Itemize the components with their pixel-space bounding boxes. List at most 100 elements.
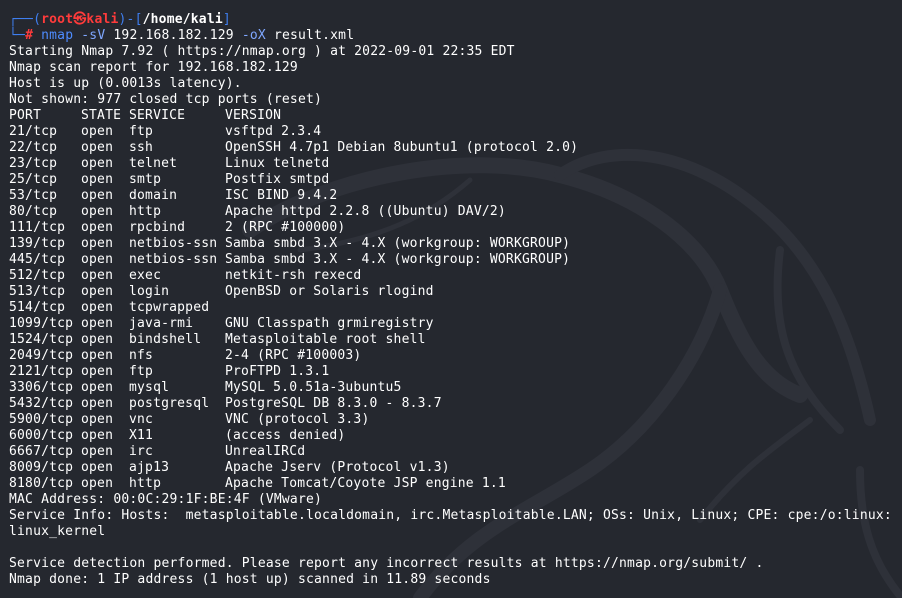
header-state: STATE [81, 108, 122, 123]
command-flag-ox: -oX [241, 28, 266, 43]
row-service: mysql [129, 380, 170, 395]
report-line: Nmap scan report for 192.168.182.129 [9, 60, 298, 75]
row-port: 21/tcp [9, 124, 58, 139]
table-row: 5900/tcp open vnc VNC (protocol 3.3) [9, 412, 899, 428]
row-state: open [81, 252, 114, 267]
start-line: Starting Nmap 7.92 ( https://nmap.org ) … [9, 44, 515, 59]
prompt-at-symbol: ㉿ [73, 12, 87, 27]
prompt-bracket-close: ] [222, 12, 231, 27]
prompt-frame-bottom: └─ [9, 28, 26, 43]
row-version: OpenBSD or Solaris rlogind [225, 284, 434, 299]
terminal-output: ┌──(root㉿kali)-[/home/kali] └─# nmap -sV… [9, 12, 899, 588]
service-info-line: Service Info: Hosts: metasploitable.loca… [9, 508, 892, 523]
row-state: open [81, 396, 114, 411]
row-state: open [81, 476, 114, 491]
row-service: irc [129, 444, 154, 459]
command-outfile: result.xml [273, 28, 355, 43]
row-port: 22/tcp [9, 140, 58, 155]
service-info-continued-line: linux_kernel [9, 524, 106, 539]
row-version: ISC BIND 9.4.2 [225, 188, 338, 203]
row-service: domain [129, 188, 178, 203]
row-state: open [81, 412, 114, 427]
row-port: 513/tcp [9, 284, 66, 299]
prompt-host: kali [86, 12, 119, 27]
table-row: 80/tcp open http Apache httpd 2.2.8 ((Ubunt… [9, 204, 899, 220]
prompt-user: root [41, 12, 74, 27]
row-service: smtp [129, 172, 162, 187]
row-service: telnet [129, 156, 178, 171]
table-row: 445/tcp open netbios-ssn Samba smbd 3.X - 4… [9, 252, 899, 268]
row-version: GNU Classpath grmiregistry [225, 316, 434, 331]
row-port: 514/tcp [9, 300, 66, 315]
row-service: netbios-ssn [129, 236, 218, 251]
port-table: 21/tcp open ftp vsftpd 2.3.4 22/tcp open ssh O… [9, 124, 899, 492]
row-service: X11 [129, 428, 154, 443]
row-state: open [81, 284, 114, 299]
table-row: 111/tcp open rpcbind 2 (RPC #100000) [9, 220, 899, 236]
row-port: 1099/tcp [9, 316, 74, 331]
row-service: postgresql [129, 396, 210, 411]
row-version: PostgreSQL DB 8.3.0 - 8.3.7 [225, 396, 442, 411]
table-row: 513/tcp open login OpenBSD or Solaris rlogi… [9, 284, 899, 300]
table-row: 53/tcp open domain ISC BIND 9.4.2 [9, 188, 899, 204]
row-state: open [81, 316, 114, 331]
row-state: open [81, 428, 114, 443]
row-port: 2049/tcp [9, 348, 74, 363]
table-row: 8180/tcp open http Apache Tomcat/Coyote JSP… [9, 476, 899, 492]
prompt-line-1: ┌──(root㉿kali)-[/home/kali] [9, 12, 899, 28]
row-port: 6667/tcp [9, 444, 74, 459]
table-row: 139/tcp open netbios-ssn Samba smbd 3.X - 4… [9, 236, 899, 252]
row-version: ProFTPD 1.3.1 [225, 364, 330, 379]
row-service: ftp [129, 124, 154, 139]
header-service: SERVICE [129, 108, 186, 123]
table-row: 2121/tcp open ftp ProFTPD 1.3.1 [9, 364, 899, 380]
row-port: 512/tcp [9, 268, 66, 283]
prompt-line-2[interactable]: └─# nmap -sV 192.168.182.129 -oX result.… [9, 28, 899, 44]
header-version: VERSION [225, 108, 282, 123]
row-port: 3306/tcp [9, 380, 74, 395]
row-port: 5900/tcp [9, 412, 74, 427]
prompt-frame-top: ┌──( [9, 12, 42, 27]
command-target: 192.168.182.129 [113, 28, 234, 43]
row-state: open [81, 236, 114, 251]
table-row: 6667/tcp open irc UnrealIRCd [9, 444, 899, 460]
row-service: bindshell [129, 332, 202, 347]
row-state: open [81, 348, 114, 363]
row-port: 5432/tcp [9, 396, 74, 411]
host-up-line: Host is up (0.0013s latency). [9, 76, 242, 91]
row-service: login [129, 284, 170, 299]
row-state: open [81, 268, 114, 283]
row-port: 23/tcp [9, 156, 58, 171]
row-state: open [81, 220, 114, 235]
row-version: vsftpd 2.3.4 [225, 124, 322, 139]
row-version: 2-4 (RPC #100003) [225, 348, 362, 363]
row-port: 1524/tcp [9, 332, 74, 347]
table-row: 5432/tcp open postgresql PostgreSQL DB 8.3.… [9, 396, 899, 412]
table-row: 25/tcp open smtp Postfix smtpd [9, 172, 899, 188]
header-port: PORT [9, 108, 42, 123]
row-version: Metasploitable root shell [225, 332, 426, 347]
row-port: 445/tcp [9, 252, 66, 267]
row-version: (access denied) [225, 428, 346, 443]
row-port: 8180/tcp [9, 476, 74, 491]
table-row: 1099/tcp open java-rmi GNU Classpath grmire… [9, 316, 899, 332]
row-version: OpenSSH 4.7p1 Debian 8ubuntu1 (protocol … [225, 140, 579, 155]
row-service: ajp13 [129, 460, 170, 475]
row-version: Samba smbd 3.X - 4.X (workgroup: WORKGRO… [225, 252, 571, 267]
row-port: 6000/tcp [9, 428, 74, 443]
row-version: VNC (protocol 3.3) [225, 412, 370, 427]
not-shown-line: Not shown: 977 closed tcp ports (reset) [9, 92, 323, 107]
row-version: Postfix smtpd [225, 172, 330, 187]
prompt-hash: # [25, 28, 34, 43]
row-version: Apache httpd 2.2.8 ((Ubuntu) DAV/2) [225, 204, 506, 219]
terminal-window[interactable]: ┌──(root㉿kali)-[/home/kali] └─# nmap -sV… [0, 0, 902, 598]
row-version: Apache Tomcat/Coyote JSP engine 1.1 [225, 476, 506, 491]
table-header: PORT STATE SERVICE VERSION [9, 108, 899, 124]
prompt-path: /home/kali [142, 12, 223, 27]
row-version: Apache Jserv (Protocol v1.3) [225, 460, 450, 475]
row-state: open [81, 460, 114, 475]
row-state: open [81, 300, 114, 315]
table-row: 1524/tcp open bindshell Metasploitable root… [9, 332, 899, 348]
row-state: open [81, 204, 114, 219]
